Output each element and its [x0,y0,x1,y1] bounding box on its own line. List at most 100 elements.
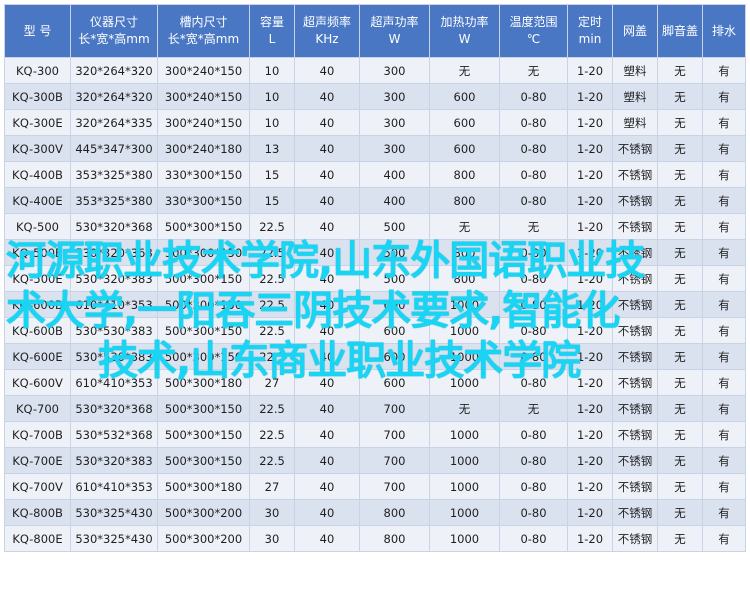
table-cell: 无 [429,57,500,84]
table-cell: 无 [657,317,703,344]
table-cell: 500*300*200 [157,525,250,552]
table-cell: KQ-300 [4,57,71,84]
table-cell: 800 [429,265,500,292]
table-cell: 320*264*335 [70,109,158,136]
table-cell: 塑料 [612,83,658,110]
table-cell: 600 [429,83,500,110]
table-cell: 无 [429,395,500,422]
table-cell: 40 [294,369,360,396]
table-cell: 不锈钢 [612,473,658,500]
table-cell: 1-20 [567,317,613,344]
column-header: 仪器尺寸 长*宽*高mm [70,4,158,58]
table-cell: 500*300*150 [157,395,250,422]
table-cell: 有 [702,395,746,422]
table-cell: 有 [702,525,746,552]
column-header-unit: W [458,32,471,46]
table-cell: 不锈钢 [612,343,658,370]
table-cell: 无 [657,265,703,292]
table-row: KQ-300E 320*264*335 300*240*150 10 40 300 600 0… [4,109,746,136]
table-cell: 500*300*150 [157,291,250,318]
table-cell: 22.5 [249,239,295,266]
table-cell: 1000 [429,343,500,370]
column-header-title: 仪器尺寸 [89,15,138,29]
column-header-unit: KHz [315,32,339,46]
table-cell: 不锈钢 [612,213,658,240]
table-cell: 400 [359,161,430,188]
table-cell: 1-20 [567,473,613,500]
table-cell: 530*325*430 [70,525,158,552]
table-cell: 无 [657,369,703,396]
table-cell: 有 [702,499,746,526]
table-cell: 1-20 [567,161,613,188]
table-cell: 1-20 [567,395,613,422]
column-header-unit: L [268,32,276,46]
table-cell: 500*300*150 [157,421,250,448]
table-cell: 无 [499,57,568,84]
table-cell: 无 [657,473,703,500]
table-cell: 530*320*368 [70,239,158,266]
table-cell: 40 [294,187,360,214]
table-cell: 500*300*150 [157,213,250,240]
table-cell: 塑料 [612,109,658,136]
table-cell: 有 [702,421,746,448]
table-cell: 有 [702,265,746,292]
table-cell: 塑料 [612,57,658,84]
table-cell: 22.5 [249,291,295,318]
table-cell: 40 [294,317,360,344]
table-cell: 0-80 [499,369,568,396]
table-cell: 500*300*200 [157,499,250,526]
table-cell: 无 [657,239,703,266]
table-cell: 40 [294,525,360,552]
table-cell: 1000 [429,525,500,552]
table-cell: 27 [249,369,295,396]
table-cell: 有 [702,369,746,396]
column-header: 定时 min [567,4,613,58]
table-cell: 600 [429,135,500,162]
column-header: 型 号 [4,4,71,58]
table-row: KQ-800E 530*325*430 500*300*200 30 40 800 1000… [4,525,746,552]
column-header-title: 超声频率 [302,15,351,29]
column-header: 加热功率 W [429,4,500,58]
table-cell: 700 [359,421,430,448]
table-cell: 300*240*150 [157,83,250,110]
table-cell: 有 [702,135,746,162]
table-cell: 1-20 [567,291,613,318]
table-cell: 40 [294,291,360,318]
table-cell: 不锈钢 [612,317,658,344]
table-cell: 0-80 [499,135,568,162]
table-cell: 800 [429,187,500,214]
table-cell: 13 [249,135,295,162]
table-cell: 不锈钢 [612,369,658,396]
table-cell: KQ-300V [4,135,71,162]
table-cell: 无 [657,499,703,526]
table-cell: KQ-700B [4,421,71,448]
table-cell: 无 [657,135,703,162]
table-cell: 800 [429,239,500,266]
table-cell: 300*240*150 [157,57,250,84]
table-row: KQ-300V 445*347*300 300*240*180 13 40 300 600 0… [4,135,746,162]
table-cell: 不锈钢 [612,291,658,318]
column-header-unit: ℃ [526,32,541,46]
column-header: 容量 L [249,4,295,58]
column-header-unit: min [578,32,602,46]
table-cell: 有 [702,343,746,370]
table-cell: 15 [249,161,295,188]
table-cell: 无 [657,291,703,318]
table-cell: 40 [294,395,360,422]
table-row: KQ-700V 610*410*353 500*300*180 27 40 700 1000… [4,473,746,500]
table-cell: 0-80 [499,525,568,552]
table-cell: 600 [359,369,430,396]
table-cell: 40 [294,239,360,266]
table-cell: 1000 [429,317,500,344]
column-header-unit: W [388,32,401,46]
table-row: KQ-500E 530*320*383 500*300*150 22.5 40 500 80… [4,265,746,292]
table-cell: 无 [657,83,703,110]
table-cell: 1000 [429,291,500,318]
column-header-title: 排水 [711,23,736,38]
table-cell: 40 [294,343,360,370]
table-cell: 300 [359,83,430,110]
table-cell: 无 [499,213,568,240]
column-header: 超声功率 W [359,4,430,58]
table-cell: 0-80 [499,109,568,136]
table-cell: 530*530*383 [70,317,158,344]
